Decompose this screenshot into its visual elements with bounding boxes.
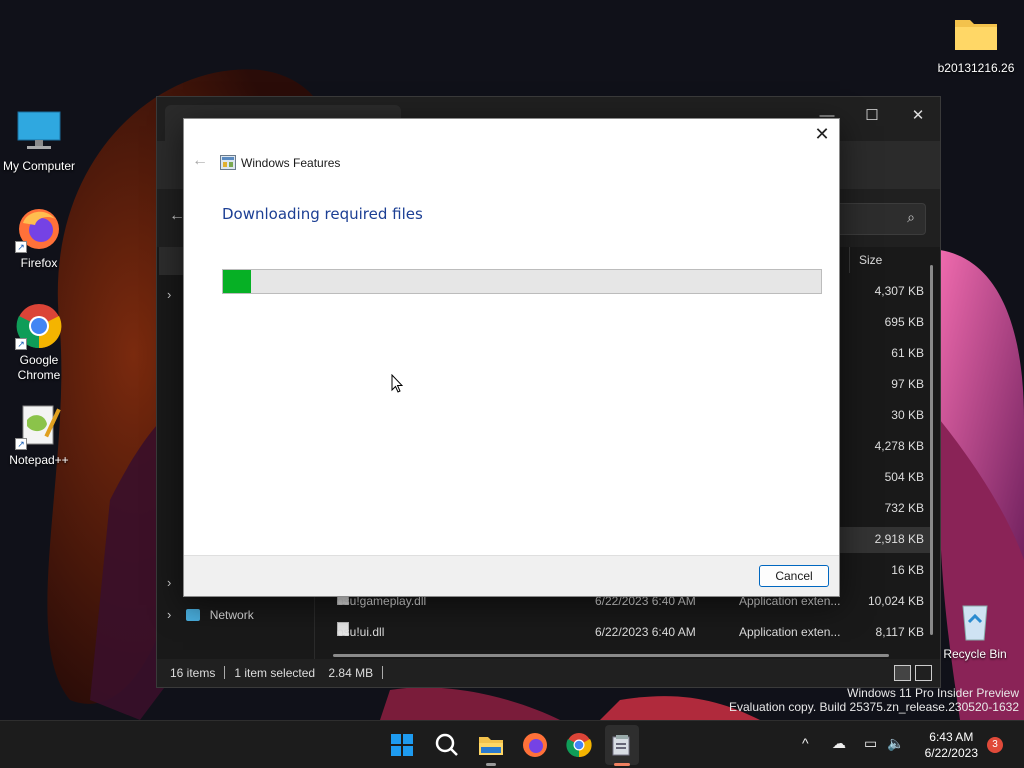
evaluation-watermark: Windows 11 Pro Insider Preview Evaluatio… <box>729 686 1019 714</box>
dialog-close-button[interactable]: ✕ <box>811 123 833 145</box>
monitor-icon <box>15 108 63 156</box>
details-view-button[interactable] <box>894 665 911 681</box>
show-hidden-icons-button[interactable]: ^ <box>802 735 809 751</box>
onedrive-icon[interactable]: ☁ <box>832 735 846 752</box>
nav-expander[interactable]: › <box>167 285 181 305</box>
back-arrow-icon[interactable]: ← <box>192 153 208 169</box>
cancel-button[interactable]: Cancel <box>759 565 829 587</box>
taskbar-file-explorer[interactable] <box>475 729 507 761</box>
desktop-icon-label: b20131216.26 <box>937 61 1015 75</box>
nav-item-network[interactable]: › Network <box>167 605 254 625</box>
windows-features-dialog: ✕ ← Windows Features Downloading require… <box>183 118 840 597</box>
dialog-heading: Downloading required files <box>222 205 423 223</box>
desktop-icon-label: My Computer <box>2 159 76 173</box>
taskbar-search-button[interactable] <box>431 729 463 761</box>
windows-features-icon <box>220 155 236 170</box>
nav-expander[interactable]: › <box>167 573 181 593</box>
network-icon <box>186 609 201 621</box>
dialog-title: Windows Features <box>241 156 341 170</box>
file-size: 10,024 KB <box>867 594 924 608</box>
status-separator <box>382 666 384 679</box>
start-button[interactable] <box>386 729 418 761</box>
selection-count: 1 item selected <box>234 666 316 680</box>
progress-fill <box>223 270 252 293</box>
shortcut-arrow-icon: ↗ <box>15 338 27 350</box>
table-row[interactable]: osu!ui.dll 6/22/2023 6:40 AM Application… <box>333 622 924 642</box>
desktop-icon-label: Firefox <box>20 256 58 270</box>
running-indicator <box>486 763 496 766</box>
status-bar: 16 items 1 item selected 2.84 MB <box>157 659 940 687</box>
watermark-line-1: Windows 11 Pro Insider Preview <box>847 686 1019 700</box>
vertical-scrollbar[interactable] <box>930 265 933 635</box>
dialog-footer: Cancel <box>184 555 839 596</box>
taskbar-chrome[interactable] <box>563 729 595 761</box>
search-icon <box>435 733 458 756</box>
item-count: 16 items <box>170 666 216 680</box>
notification-badge[interactable]: 3 <box>987 737 1003 753</box>
desktop-icon-chrome[interactable]: ↗ Google Chrome <box>0 302 78 383</box>
status-separator <box>224 666 226 679</box>
chrome-icon: ↗ <box>15 302 63 350</box>
tiles-view-button[interactable] <box>915 665 932 681</box>
watermark-line-2: Evaluation copy. Build 25375.zn_release.… <box>729 700 1019 714</box>
desktop-icon-my-computer[interactable]: My Computer <box>0 108 78 174</box>
file-type: Application exten... <box>739 625 841 639</box>
taskbar-firefox[interactable] <box>519 729 551 761</box>
maximize-button[interactable]: ☐ <box>849 101 895 131</box>
windows-features-icon <box>612 735 630 756</box>
selection-size: 2.84 MB <box>328 666 374 680</box>
chrome-icon <box>566 733 592 758</box>
firefox-icon: ↗ <box>15 205 63 253</box>
desktop-icon-label: Recycle Bin <box>943 647 1007 661</box>
folder-icon <box>952 10 1000 58</box>
shortcut-arrow-icon: ↗ <box>15 438 27 450</box>
nav-item-label: Network <box>209 608 254 622</box>
network-icon[interactable]: ▭ <box>864 735 877 752</box>
shortcut-arrow-icon: ↗ <box>15 241 27 253</box>
desktop-icon-notepadpp[interactable]: ↗ Notepad++ <box>0 402 78 468</box>
column-header-size[interactable]: Size <box>849 247 929 273</box>
chevron-right-icon: › <box>167 607 172 622</box>
taskbar-clock[interactable]: 6:43 AM 6/22/2023 <box>925 729 978 761</box>
file-name: osu!ui.dll <box>337 625 385 639</box>
close-button[interactable]: ✕ <box>895 101 941 131</box>
chevron-right-icon: › <box>167 287 172 302</box>
clock-date: 6/22/2023 <box>924 746 978 760</box>
desktop-icon-folder[interactable]: b20131216.26 <box>936 10 1016 76</box>
search-icon: ⌕ <box>907 209 915 225</box>
windows-logo-icon <box>391 734 413 756</box>
download-progress-bar <box>222 269 822 294</box>
taskbar-windows-features[interactable] <box>605 725 639 765</box>
notepadpp-icon: ↗ <box>15 402 63 450</box>
file-date: 6/22/2023 6:40 AM <box>595 625 696 639</box>
desktop-icon-firefox[interactable]: ↗ Firefox <box>0 205 78 271</box>
desktop-icon-recycle-bin[interactable]: Recycle Bin <box>936 596 1014 662</box>
firefox-icon <box>523 733 547 757</box>
recycle-bin-icon <box>951 596 999 644</box>
volume-icon[interactable]: 🔈 <box>887 735 904 752</box>
horizontal-scrollbar[interactable] <box>333 654 889 657</box>
file-size: 8,117 KB <box>875 625 924 639</box>
taskbar: ^ ☁ ▭ 🔈 6:43 AM 6/22/2023 3 <box>0 720 1024 768</box>
desktop-icon-label: Google Chrome <box>17 353 61 382</box>
mouse-cursor <box>391 373 404 396</box>
active-indicator <box>614 763 630 766</box>
folder-icon <box>479 737 503 755</box>
chevron-right-icon: › <box>167 575 172 590</box>
clock-time: 6:43 AM <box>929 730 974 744</box>
desktop-icon-label: Notepad++ <box>9 453 69 467</box>
